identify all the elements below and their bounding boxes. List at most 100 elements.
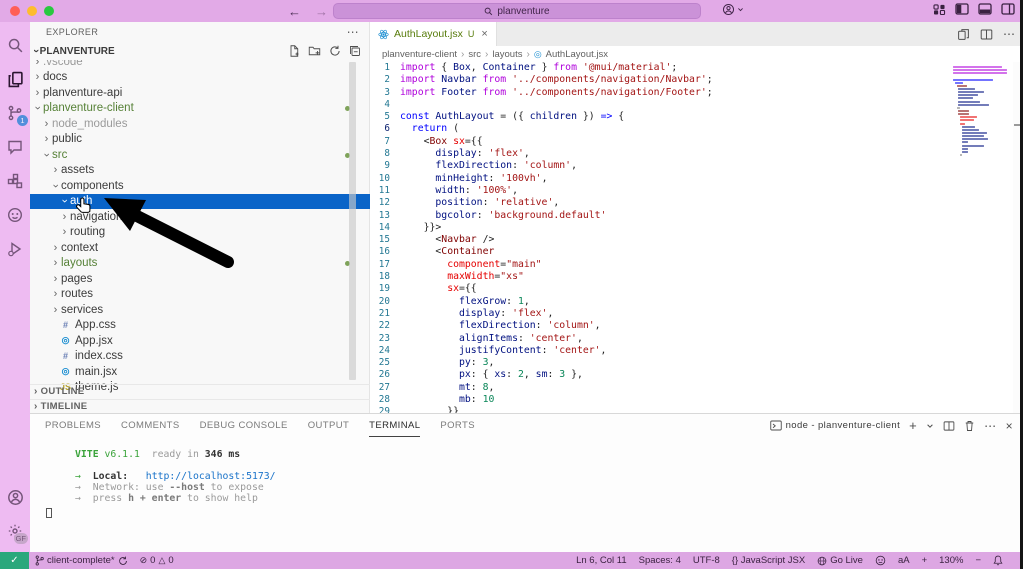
status-item-spaces-4[interactable]: Spaces: 4 [633,552,687,569]
activity-extensions-icon[interactable] [0,164,30,198]
panel-tab-debug-console[interactable]: DEBUG CONSOLE [200,414,288,437]
back-button[interactable]: ← [288,4,301,19]
code-line-22[interactable]: 22 flexDirection: 'column', [370,320,1023,332]
code-line-10[interactable]: 10 minHeight: '100vh', [370,173,1023,185]
tree-item-routes[interactable]: › routes [30,287,370,303]
code-line-13[interactable]: 13 bgcolor: 'background.default' [370,210,1023,222]
tree-item-navigation[interactable]: › navigation [30,209,370,225]
code-line-17[interactable]: 17 component="main" [370,259,1023,271]
close-panel-icon[interactable]: × [1006,419,1013,433]
code-line-26[interactable]: 26 px: { xs: 2, sm: 3 }, [370,369,1023,381]
status-item-130%[interactable]: 130% [933,552,969,569]
activity-search-icon[interactable] [0,28,30,62]
status-item--[interactable]: − [969,552,987,569]
explorer-more-actions[interactable]: ⋯ [347,25,359,39]
activity-account-icon[interactable] [0,480,30,514]
code-editor[interactable]: 1 import { Box, Container } from '@mui/ma… [370,62,1023,413]
breadcrumb-item[interactable]: AuthLayout.jsx [546,49,608,60]
status-item-aa[interactable]: aA [892,552,916,569]
panel-bottom-icon[interactable] [978,3,992,15]
chevron-down-icon[interactable] [926,422,934,430]
activity-source-control-icon[interactable]: 1 [0,96,30,130]
tree-item-auth[interactable]: › auth [30,193,370,209]
tree-item-services[interactable]: › services [30,302,370,318]
code-line-9[interactable]: 9 flexDirection: 'column', [370,160,1023,172]
close-tab-icon[interactable]: × [481,28,487,40]
more-actions-icon[interactable]: ⋯ [1003,27,1015,41]
status-item--javascript-jsx[interactable]: {} JavaScript JSX [726,552,811,569]
add-terminal-icon[interactable]: + [909,418,917,433]
code-line-21[interactable]: 21 display: 'flex', [370,308,1023,320]
tree-item-main-jsx[interactable]: ◎ main.jsx [30,364,370,380]
code-line-6[interactable]: 6 return ( [370,123,1023,135]
minimize-window-button[interactable] [27,6,37,16]
code-line-16[interactable]: 16 <Container [370,246,1023,258]
panel-tab-terminal[interactable]: TERMINAL [369,414,421,437]
status-item-go-live[interactable]: Go Live [811,552,869,569]
status-item-+[interactable]: + [916,552,934,569]
status-item-utf-8[interactable]: UTF-8 [687,552,726,569]
activity-settings-icon[interactable]: GF [0,514,30,548]
close-window-button[interactable] [10,6,20,16]
tree-item-pages[interactable]: › pages [30,271,370,287]
tree-item-node-modules[interactable]: › node_modules [30,116,370,132]
maximize-window-button[interactable] [44,6,54,16]
tree-item-assets[interactable]: › assets [30,163,370,179]
code-line-3[interactable]: 3 import Footer from '../components/navig… [370,87,1023,99]
activity-explorer-icon[interactable] [0,62,30,96]
panel-left-icon[interactable] [955,3,969,15]
status-item-copilot[interactable] [869,552,892,569]
tree-item-app-jsx[interactable]: ◎ App.jsx [30,333,370,349]
code-line-18[interactable]: 18 maxWidth="xs" [370,271,1023,283]
sidebar-section-outline[interactable]: › OUTLINE [30,384,370,399]
tree-item-index-css[interactable]: # index.css [30,349,370,365]
tree-item--vscode[interactable]: › .vscode [30,60,370,70]
code-line-15[interactable]: 15 <Navbar /> [370,234,1023,246]
activity-chat-icon[interactable] [0,130,30,164]
code-line-4[interactable]: 4 [370,99,1023,111]
code-line-25[interactable]: 25 py: 3, [370,357,1023,369]
tree-item-src[interactable]: › src [30,147,370,163]
code-line-23[interactable]: 23 alignItems: 'center', [370,333,1023,345]
tree-item-public[interactable]: › public [30,132,370,148]
tree-item-context[interactable]: › context [30,240,370,256]
tree-item-planventure-api[interactable]: › planventure-api [30,85,370,101]
forward-button[interactable]: → [315,4,328,19]
split-editor-icon[interactable] [980,28,993,41]
code-line-14[interactable]: 14 }}> [370,222,1023,234]
code-line-5[interactable]: 5 const AuthLayout = ({ children }) => { [370,111,1023,123]
account-icon[interactable] [722,3,735,16]
tree-item-routing[interactable]: › routing [30,225,370,241]
code-line-28[interactable]: 28 mb: 10 [370,394,1023,406]
open-changes-icon[interactable] [957,28,970,41]
panel-right-icon[interactable] [1001,3,1015,15]
status-item-ln-6-col-11[interactable]: Ln 6, Col 11 [570,552,633,569]
activity-copilot-icon[interactable] [0,198,30,232]
breadcrumb-item[interactable]: src [468,49,481,60]
panel-tab-output[interactable]: OUTPUT [308,414,349,437]
code-line-11[interactable]: 11 width: '100%', [370,185,1023,197]
code-line-8[interactable]: 8 display: 'flex', [370,148,1023,160]
code-line-1[interactable]: 1 import { Box, Container } from '@mui/ma… [370,62,1023,74]
panel-tab-problems[interactable]: PROBLEMS [45,414,101,437]
code-line-2[interactable]: 2 import Navbar from '../components/navig… [370,74,1023,86]
code-line-29[interactable]: 29 }} [370,406,1023,413]
new-file-icon[interactable] [288,45,300,57]
code-line-19[interactable]: 19 sx={{ [370,283,1023,295]
layout-customize-icon[interactable] [933,3,946,15]
terminal-instance-select[interactable]: node - planventure-client [769,420,901,431]
collapse-all-icon[interactable] [349,45,361,57]
code-line-7[interactable]: 7 <Box sx={{ [370,136,1023,148]
code-line-24[interactable]: 24 justifyContent: 'center', [370,345,1023,357]
breadcrumb-item[interactable]: layouts [492,49,522,60]
sidebar-section-timeline[interactable]: › TIMELINE [30,398,370,414]
workspace-section-header[interactable]: › PLANVENTURE [30,42,369,60]
activity-run-debug-icon[interactable] [0,232,30,266]
panel-tab-ports[interactable]: PORTS [440,414,475,437]
terminal-output[interactable]: VITE v6.1.1 ready in 346 ms → Local: htt… [30,437,1023,518]
tree-item-layouts[interactable]: › layouts [30,256,370,272]
split-terminal-icon[interactable] [943,420,955,432]
status-item-notifications[interactable] [987,552,1009,569]
more-actions-icon[interactable]: ⋯ [984,419,996,433]
tab-authlayout[interactable]: AuthLayout.jsx U × [370,22,497,46]
